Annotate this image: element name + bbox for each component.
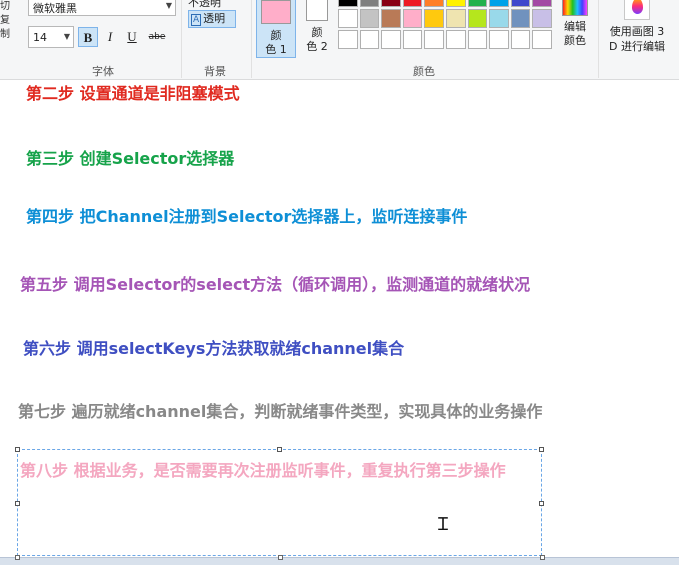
palette-swatch[interactable] [338, 0, 358, 7]
palette-swatch[interactable] [424, 0, 444, 7]
transparent-label: 透明 [203, 12, 226, 25]
palette-swatch[interactable] [402, 0, 423, 7]
transparent-icon: A [191, 14, 202, 26]
palette-swatch[interactable] [489, 9, 509, 28]
palette-swatch[interactable] [467, 0, 488, 7]
color-1-label-line1: 颜 [270, 29, 282, 42]
palette-swatch[interactable] [510, 0, 531, 7]
paint3d-label-line2: D 进行编辑 [609, 40, 665, 53]
chevron-down-icon: ▼ [165, 1, 172, 10]
step-8-text[interactable]: 第八步 根据业务，是否需要再次注册监听事件，重复执行第三步操作 [20, 457, 540, 485]
group-divider [181, 0, 182, 78]
color-2-button[interactable]: 颜 色 2 [300, 0, 334, 58]
resize-handle-bottom-left[interactable] [15, 555, 20, 560]
palette-swatch[interactable] [402, 9, 423, 28]
resize-handle-left[interactable] [15, 501, 20, 506]
edit-colors-label-line2: 颜色 [564, 34, 586, 47]
italic-button[interactable]: I [100, 27, 120, 47]
color-1-label-line2: 色 1 [265, 43, 287, 56]
palette-swatch[interactable] [532, 9, 552, 28]
palette-swatch[interactable] [489, 30, 509, 49]
palette-swatch[interactable] [445, 9, 466, 28]
step-5-text: 第五步 调用Selector的select方法（循环调用），监测通道的就绪状况 [20, 275, 531, 294]
palette-row [338, 0, 554, 9]
edit-colors-button[interactable]: 编辑 颜色 [558, 0, 592, 48]
colors-group-label: 颜色 [413, 65, 435, 78]
step-7-text: 第七步 遍历就绪channel集合，判断就绪事件类型，实现具体的业务操作 [18, 402, 543, 421]
palette-swatch[interactable] [381, 0, 401, 7]
palette-swatch[interactable] [445, 30, 466, 49]
palette-swatch[interactable] [359, 30, 380, 49]
palette-swatch[interactable] [381, 9, 401, 28]
color-2-swatch [306, 0, 328, 21]
strikethrough-button[interactable]: abe [145, 27, 169, 47]
palette-swatch[interactable] [467, 9, 488, 28]
palette-swatch[interactable] [489, 0, 509, 7]
font-family-select[interactable]: 微软雅黑 ▼ [28, 0, 176, 16]
background-group-label: 背景 [204, 65, 226, 78]
palette-swatch[interactable] [424, 30, 444, 49]
palette-swatch[interactable] [338, 30, 358, 49]
step-4-text: 第四步 把Channel注册到Selector选择器上，监听连接事件 [26, 207, 468, 226]
color-1-swatch [261, 0, 291, 24]
palette-swatch[interactable] [510, 9, 531, 28]
palette-swatch[interactable] [381, 30, 401, 49]
edit-with-paint3d-button[interactable]: 使用画图 3 D 进行编辑 [604, 0, 670, 54]
resize-handle-bottom-right[interactable] [540, 555, 545, 560]
palette-swatch[interactable] [338, 9, 358, 28]
resize-handle-right[interactable] [539, 501, 544, 506]
font-family-value: 微软雅黑 [33, 2, 77, 15]
paint3d-label-line1: 使用画图 3 [609, 25, 665, 38]
resize-handle-top[interactable] [277, 447, 282, 452]
palette-swatch[interactable] [424, 9, 444, 28]
color-1-button[interactable]: 颜 色 1 [256, 0, 296, 58]
chevron-down-icon: ▼ [63, 32, 70, 41]
group-divider [598, 0, 599, 78]
palette-swatch[interactable] [445, 0, 466, 7]
palette-swatch[interactable] [532, 0, 552, 7]
palette-swatch[interactable] [359, 9, 380, 28]
transparent-option[interactable]: A 透明 [188, 10, 236, 28]
palette-row [338, 30, 554, 51]
resize-handle-top-left[interactable] [15, 447, 20, 452]
font-group-label: 字体 [92, 65, 114, 78]
font-size-select[interactable]: 14 ▼ [28, 26, 74, 48]
palette-swatch[interactable] [467, 30, 488, 49]
resize-handle-top-right[interactable] [539, 447, 544, 452]
color-palette [338, 0, 554, 51]
resize-handle-bottom[interactable] [278, 555, 283, 560]
paint3d-icon [624, 0, 650, 20]
text-cursor-icon: Ɪ [438, 514, 449, 535]
edit-colors-label-line1: 编辑 [564, 20, 586, 33]
palette-swatch[interactable] [532, 30, 552, 49]
step-3-text: 第三步 创建Selector选择器 [26, 149, 235, 168]
copy-button[interactable]: 复制 [0, 14, 18, 42]
font-size-value: 14 [33, 31, 47, 44]
palette-swatch[interactable] [402, 30, 423, 49]
color-wheel-icon [562, 0, 588, 16]
opaque-option[interactable]: 不透明 [188, 0, 246, 8]
palette-row [338, 9, 554, 30]
ribbon-toolbar: 切 复制 微软雅黑 ▼ 14 ▼ B I U abe 字体 不透明 A 透明 背景… [0, 0, 679, 80]
bold-button[interactable]: B [78, 27, 98, 47]
clipboard-group-fragment: 切 复制 [0, 0, 18, 60]
color-2-label-line2: 色 2 [306, 40, 328, 53]
step-2-text: 第二步 设置通道是非阻塞模式 [26, 84, 240, 103]
canvas-bottom-edge [0, 557, 679, 565]
underline-button[interactable]: U [122, 27, 142, 47]
palette-swatch[interactable] [510, 30, 531, 49]
palette-swatch[interactable] [359, 0, 380, 7]
group-divider [251, 0, 252, 78]
color-2-label-line1: 颜 [311, 26, 323, 39]
step-6-text: 第六步 调用selectKeys方法获取就绪channel集合 [23, 339, 405, 358]
cut-button[interactable]: 切 [0, 0, 18, 14]
